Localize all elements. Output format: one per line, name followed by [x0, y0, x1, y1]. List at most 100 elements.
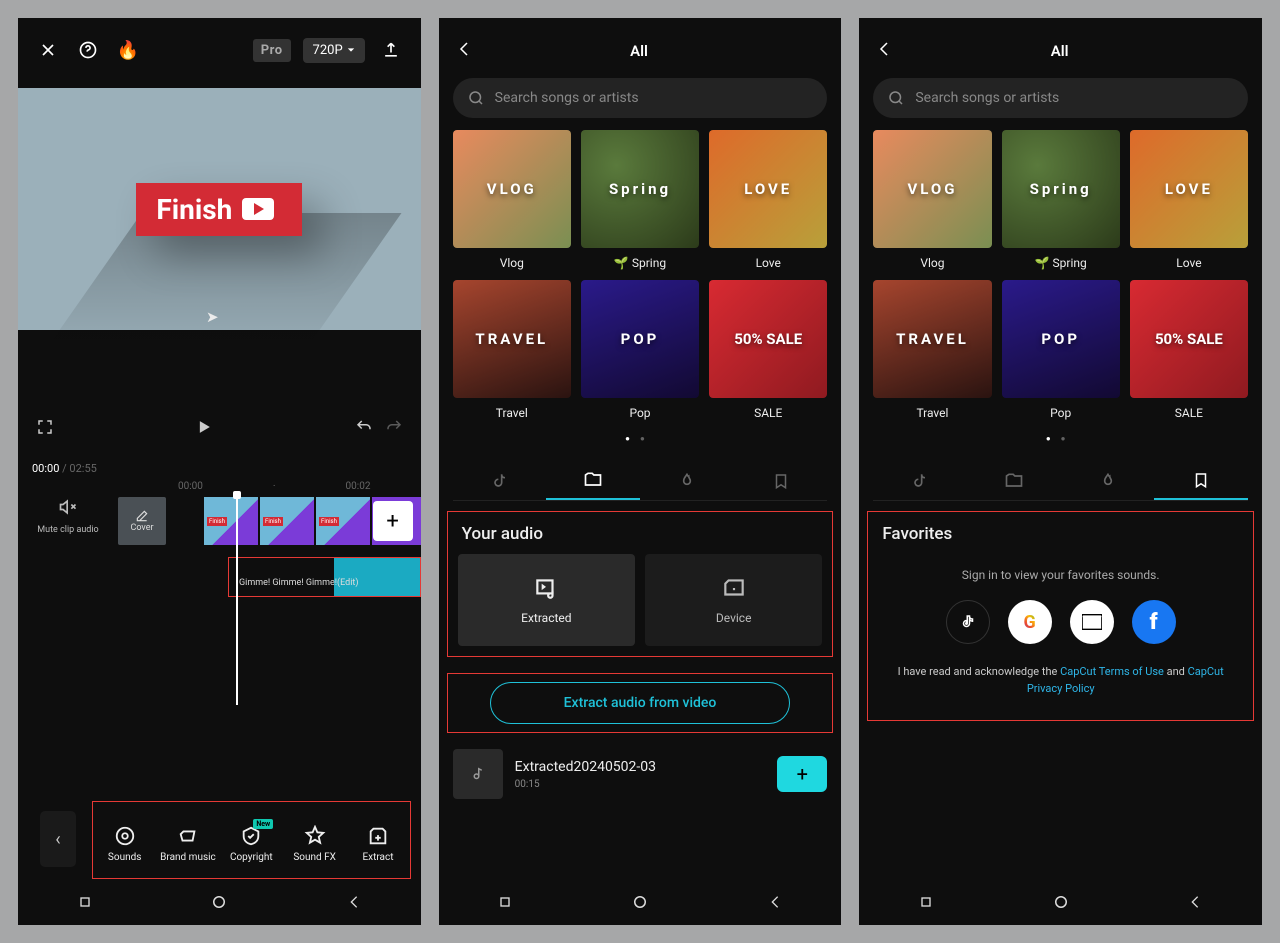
- category-card[interactable]: POPPop: [1002, 280, 1120, 420]
- now-playing-bar: Extracted20240502-03 00:15 +: [439, 739, 842, 809]
- favorites-title: Favorites: [882, 524, 1239, 544]
- header-title: All: [473, 42, 826, 60]
- category-card[interactable]: TRAVELTravel: [453, 280, 571, 420]
- category-card[interactable]: 50% SALESALE: [709, 280, 827, 420]
- tab-folder[interactable]: [967, 461, 1061, 500]
- export-icon[interactable]: [377, 36, 405, 64]
- category-card[interactable]: LOVELove: [709, 130, 827, 270]
- video-clip[interactable]: Finish: [316, 497, 370, 545]
- tab-bookmark[interactable]: [734, 461, 828, 500]
- tool-brand-music[interactable]: Brand music: [156, 825, 219, 863]
- tiktok-login[interactable]: [946, 600, 990, 644]
- editor-screen: 🔥 Pro 720P Finish ➤ 00:00 / 02:55 00:00·…: [18, 18, 421, 925]
- category-card[interactable]: POPPop: [581, 280, 699, 420]
- header: All: [859, 18, 1262, 74]
- facebook-login[interactable]: f: [1132, 600, 1176, 644]
- category-card[interactable]: VLOGVlog: [453, 130, 571, 270]
- flame-icon[interactable]: 🔥: [114, 36, 142, 64]
- nav-recent-icon[interactable]: [497, 894, 513, 914]
- time-ruler: 00:00· 00:02·: [18, 481, 421, 497]
- extract-section: Extract audio from video: [447, 673, 834, 733]
- legal-ack: I have read and acknowledge the CapCut T…: [882, 664, 1239, 697]
- resolution-dropdown[interactable]: 720P: [303, 38, 365, 63]
- preview-finish-badge: Finish: [136, 183, 302, 236]
- page-dots: ●●: [439, 434, 842, 443]
- video-clip[interactable]: Finish: [260, 497, 314, 545]
- category-card[interactable]: Spring🌱 Spring: [581, 130, 699, 270]
- category-card[interactable]: TRAVELTravel: [873, 280, 991, 420]
- audio-tools: Sounds Brand music NewCopyright Sound FX…: [92, 801, 411, 879]
- your-audio-section: Your audio Extracted Device: [447, 511, 834, 657]
- back-button[interactable]: ‹: [40, 811, 76, 867]
- now-playing-thumb[interactable]: [453, 749, 503, 799]
- audio-track[interactable]: Gimme! Gimme! Gimme!(Edit): [228, 557, 421, 597]
- nav-home-icon[interactable]: [210, 893, 228, 915]
- device-card[interactable]: Device: [645, 554, 822, 646]
- pro-badge[interactable]: Pro: [253, 39, 291, 62]
- tab-tiktok[interactable]: [873, 461, 967, 500]
- tab-trending[interactable]: [1061, 461, 1155, 500]
- extract-audio-button[interactable]: Extract audio from video: [490, 682, 790, 724]
- add-audio-button[interactable]: +: [777, 756, 827, 792]
- top-bar: 🔥 Pro 720P: [18, 18, 421, 88]
- page-dots: ●●: [859, 434, 1262, 443]
- email-login[interactable]: [1070, 600, 1114, 644]
- nav-recent-icon[interactable]: [77, 894, 93, 914]
- tool-sounds[interactable]: Sounds: [93, 825, 156, 863]
- search-input[interactable]: Search songs or artists: [873, 78, 1248, 118]
- tool-sound-fx[interactable]: Sound FX: [283, 825, 346, 863]
- youtube-icon: [242, 198, 274, 220]
- mute-clip-audio[interactable]: Mute clip audio: [32, 497, 104, 535]
- tab-bookmark[interactable]: [1154, 461, 1248, 500]
- your-audio-title: Your audio: [462, 524, 819, 544]
- search-input[interactable]: Search songs or artists: [453, 78, 828, 118]
- tab-tiktok[interactable]: [453, 461, 547, 500]
- tab-folder[interactable]: [546, 461, 640, 500]
- header: All: [439, 18, 842, 74]
- video-clip[interactable]: Finish: [204, 497, 258, 545]
- nav-back-icon[interactable]: [1187, 894, 1203, 914]
- now-playing-info[interactable]: Extracted20240502-03 00:15: [515, 759, 766, 790]
- favorites-section: Favorites Sign in to view your favorites…: [867, 511, 1254, 721]
- back-icon[interactable]: [455, 40, 473, 62]
- favorites-screen: All Search songs or artists VLOGVlog Spr…: [859, 18, 1262, 925]
- category-card[interactable]: VLOGVlog: [873, 130, 991, 270]
- fullscreen-icon[interactable]: [36, 418, 54, 440]
- tool-copyright[interactable]: NewCopyright: [220, 825, 283, 863]
- cover-button[interactable]: Cover: [118, 497, 166, 545]
- category-card[interactable]: 50% SALESALE: [1130, 280, 1248, 420]
- nav-recent-icon[interactable]: [918, 894, 934, 914]
- help-icon[interactable]: [74, 36, 102, 64]
- header-title: All: [893, 42, 1246, 60]
- terms-link[interactable]: CapCut Terms of Use: [1060, 665, 1164, 678]
- add-clip-button[interactable]: +: [373, 501, 413, 541]
- android-nav: [859, 883, 1262, 925]
- nav-back-icon[interactable]: [767, 894, 783, 914]
- nav-back-icon[interactable]: [346, 894, 362, 914]
- video-preview[interactable]: Finish ➤: [18, 88, 421, 330]
- back-icon[interactable]: [875, 40, 893, 62]
- playhead[interactable]: [236, 495, 238, 705]
- undo-icon[interactable]: [355, 418, 373, 440]
- timecode: 00:00 / 02:55: [18, 456, 421, 481]
- nav-home-icon[interactable]: [1052, 893, 1070, 915]
- nav-home-icon[interactable]: [631, 893, 649, 915]
- category-card[interactable]: LOVELove: [1130, 130, 1248, 270]
- category-grid: VLOGVlog Spring🌱 Spring LOVELove TRAVELT…: [859, 130, 1262, 420]
- close-icon[interactable]: [34, 36, 62, 64]
- android-nav: [18, 883, 421, 925]
- play-icon[interactable]: [194, 417, 214, 441]
- category-card[interactable]: Spring🌱 Spring: [1002, 130, 1120, 270]
- search-icon: [887, 89, 905, 107]
- player-controls: [18, 402, 421, 456]
- redo-icon[interactable]: [385, 418, 403, 440]
- search-icon: [467, 89, 485, 107]
- source-tabs: [873, 461, 1248, 501]
- tab-trending[interactable]: [640, 461, 734, 500]
- social-login-row: G f: [882, 600, 1239, 644]
- tool-extract[interactable]: Extract: [346, 825, 409, 863]
- extracted-card[interactable]: Extracted: [458, 554, 635, 646]
- signin-hint: Sign in to view your favorites sounds.: [882, 568, 1239, 582]
- timeline[interactable]: Mute clip audio Cover Finish Finish Fini…: [18, 497, 421, 627]
- google-login[interactable]: G: [1008, 600, 1052, 644]
